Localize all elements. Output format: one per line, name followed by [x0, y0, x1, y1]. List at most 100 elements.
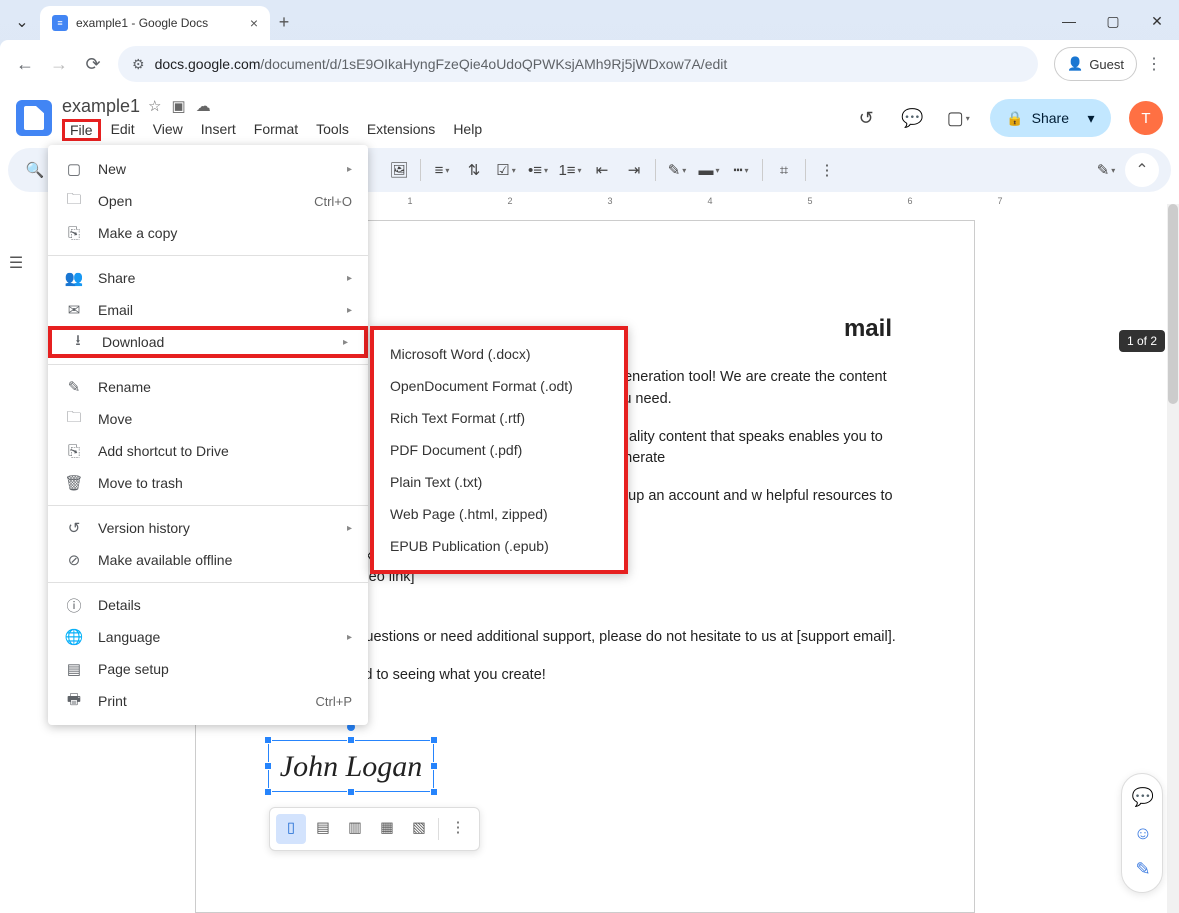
selected-image-signature[interactable]: John Logan ▯ ▤ ▥ ▦ ▧ ⋮: [268, 740, 434, 792]
page-setup-icon: ▤: [64, 660, 84, 678]
indent-decrease-icon[interactable]: ⇤: [587, 155, 617, 185]
nav-forward[interactable]: →: [42, 47, 76, 81]
menu-make-copy[interactable]: ⎘Make a copy: [48, 217, 368, 249]
border-dash-dropdown[interactable]: ┅: [726, 155, 756, 185]
tab-close-icon[interactable]: ×: [250, 15, 258, 31]
wrap-text-icon[interactable]: ▤: [308, 814, 338, 844]
account-avatar[interactable]: T: [1129, 101, 1163, 135]
search-menus-icon[interactable]: 🔍: [20, 155, 50, 185]
resize-handle[interactable]: [347, 788, 355, 796]
star-icon[interactable]: ☆: [148, 97, 161, 115]
file-menu-dropdown: ▢New▸ 🗀OpenCtrl+O ⎘Make a copy 👥Share▸ ✉…: [48, 145, 368, 725]
menubar-insert[interactable]: Insert: [193, 119, 244, 141]
browser-tab-active[interactable]: ≡ example1 - Google Docs ×: [40, 6, 270, 40]
numbered-list-dropdown[interactable]: 1≡: [555, 155, 585, 185]
menubar-extensions[interactable]: Extensions: [359, 119, 443, 141]
download-docx[interactable]: Microsoft Word (.docx): [374, 338, 624, 370]
resize-handle[interactable]: [264, 788, 272, 796]
more-toolbar-icon[interactable]: ⋮: [812, 155, 842, 185]
menu-open[interactable]: 🗀OpenCtrl+O: [48, 185, 368, 217]
menu-version-history[interactable]: ↺Version history▸: [48, 512, 368, 544]
window-maximize[interactable]: ▢: [1091, 2, 1135, 40]
download-html[interactable]: Web Page (.html, zipped): [374, 498, 624, 530]
menu-move[interactable]: 🗀Move: [48, 403, 368, 435]
url-bar[interactable]: ⚙ docs.google.com/document/d/1sE9OIkaHyn…: [118, 46, 1038, 82]
nav-reload[interactable]: ⟳: [76, 47, 110, 81]
download-epub[interactable]: EPUB Publication (.epub): [374, 530, 624, 562]
menubar-file[interactable]: File: [62, 119, 101, 141]
add-comment-icon[interactable]: 💬: [1128, 780, 1158, 814]
tab-title: example1 - Google Docs: [76, 16, 242, 30]
new-tab-button[interactable]: +: [270, 8, 298, 36]
resize-handle[interactable]: [430, 762, 438, 770]
border-weight-dropdown[interactable]: ▬: [694, 155, 724, 185]
share-dropdown[interactable]: ▾: [1077, 104, 1105, 132]
menu-new[interactable]: ▢New▸: [48, 153, 368, 185]
site-settings-icon[interactable]: ⚙: [132, 56, 145, 73]
side-action-panel: 💬 ☺ ✎: [1121, 773, 1163, 893]
browser-menu[interactable]: ⋮: [1137, 54, 1171, 74]
download-odt[interactable]: OpenDocument Format (.odt): [374, 370, 624, 402]
menubar-edit[interactable]: Edit: [103, 119, 143, 141]
menu-share[interactable]: 👥Share▸: [48, 262, 368, 294]
document-title[interactable]: example1: [62, 96, 140, 117]
meet-icon[interactable]: ▢: [944, 104, 972, 132]
indent-increase-icon[interactable]: ⇥: [619, 155, 649, 185]
menubar-help[interactable]: Help: [445, 119, 490, 141]
menu-details[interactable]: ⓘDetails: [48, 589, 368, 621]
bulleted-list-dropdown[interactable]: •≡: [523, 155, 553, 185]
resize-handle[interactable]: [347, 736, 355, 744]
align-dropdown[interactable]: ≡: [427, 155, 457, 185]
menu-offline[interactable]: ⊘Make available offline: [48, 544, 368, 576]
cloud-status-icon[interactable]: ☁: [196, 97, 211, 115]
menu-page-setup[interactable]: ▤Page setup: [48, 653, 368, 685]
outline-toggle-icon[interactable]: ☰: [0, 246, 33, 280]
download-txt[interactable]: Plain Text (.txt): [374, 466, 624, 498]
crop-image-icon[interactable]: ⌗: [769, 155, 799, 185]
window-close[interactable]: ✕: [1135, 2, 1179, 40]
menubar-tools[interactable]: Tools: [308, 119, 357, 141]
menu-email[interactable]: ✉Email▸: [48, 294, 368, 326]
email-icon: ✉: [64, 301, 84, 319]
download-pdf[interactable]: PDF Document (.pdf): [374, 434, 624, 466]
menubar-view[interactable]: View: [145, 119, 191, 141]
vertical-scrollbar[interactable]: [1167, 204, 1179, 913]
menu-rename[interactable]: ✎Rename: [48, 371, 368, 403]
move-to-folder-icon[interactable]: ▣: [172, 97, 186, 115]
comments-icon[interactable]: 💬: [898, 104, 926, 132]
emoji-react-icon[interactable]: ☺: [1128, 816, 1158, 850]
menu-add-shortcut[interactable]: ⎘Add shortcut to Drive: [48, 435, 368, 467]
menu-language[interactable]: 🌐Language▸: [48, 621, 368, 653]
menu-trash[interactable]: 🗑Move to trash: [48, 467, 368, 499]
image-floating-toolbar: ▯ ▤ ▥ ▦ ▧ ⋮: [269, 807, 480, 851]
resize-handle[interactable]: [264, 736, 272, 744]
tab-search-dropdown[interactable]: ⌄: [8, 8, 36, 36]
menu-print[interactable]: 🖶PrintCtrl+P: [48, 685, 368, 717]
download-rtf[interactable]: Rich Text Format (.rtf): [374, 402, 624, 434]
collapse-toolbar-icon[interactable]: ⌃: [1125, 153, 1159, 187]
window-minimize[interactable]: —: [1047, 2, 1091, 40]
history-icon[interactable]: ↺: [852, 104, 880, 132]
suggest-edits-icon[interactable]: ✎: [1128, 852, 1158, 886]
resize-handle[interactable]: [430, 736, 438, 744]
insert-image-icon[interactable]: 🖼: [384, 155, 414, 185]
line-spacing-icon[interactable]: ⇅: [459, 155, 489, 185]
resize-handle[interactable]: [430, 788, 438, 796]
front-text-icon[interactable]: ▧: [404, 814, 434, 844]
docs-logo[interactable]: [16, 100, 52, 136]
share-button[interactable]: 🔒 Share ▾: [990, 99, 1111, 137]
doc-list-item: link]: [338, 589, 902, 611]
menu-download[interactable]: ⭳Download▸: [48, 326, 368, 358]
border-color-dropdown[interactable]: ✎: [662, 155, 692, 185]
guest-profile-chip[interactable]: 👤 Guest: [1054, 47, 1137, 81]
nav-back[interactable]: ←: [8, 47, 42, 81]
inline-wrap-icon[interactable]: ▯: [276, 814, 306, 844]
image-options-icon[interactable]: ⋮: [443, 814, 473, 844]
menubar-format[interactable]: Format: [246, 119, 306, 141]
behind-text-icon[interactable]: ▦: [372, 814, 402, 844]
break-text-icon[interactable]: ▥: [340, 814, 370, 844]
scroll-thumb[interactable]: [1168, 204, 1178, 404]
editing-mode-dropdown[interactable]: ✎: [1091, 155, 1121, 185]
resize-handle[interactable]: [264, 762, 272, 770]
checklist-dropdown[interactable]: ☑: [491, 155, 521, 185]
